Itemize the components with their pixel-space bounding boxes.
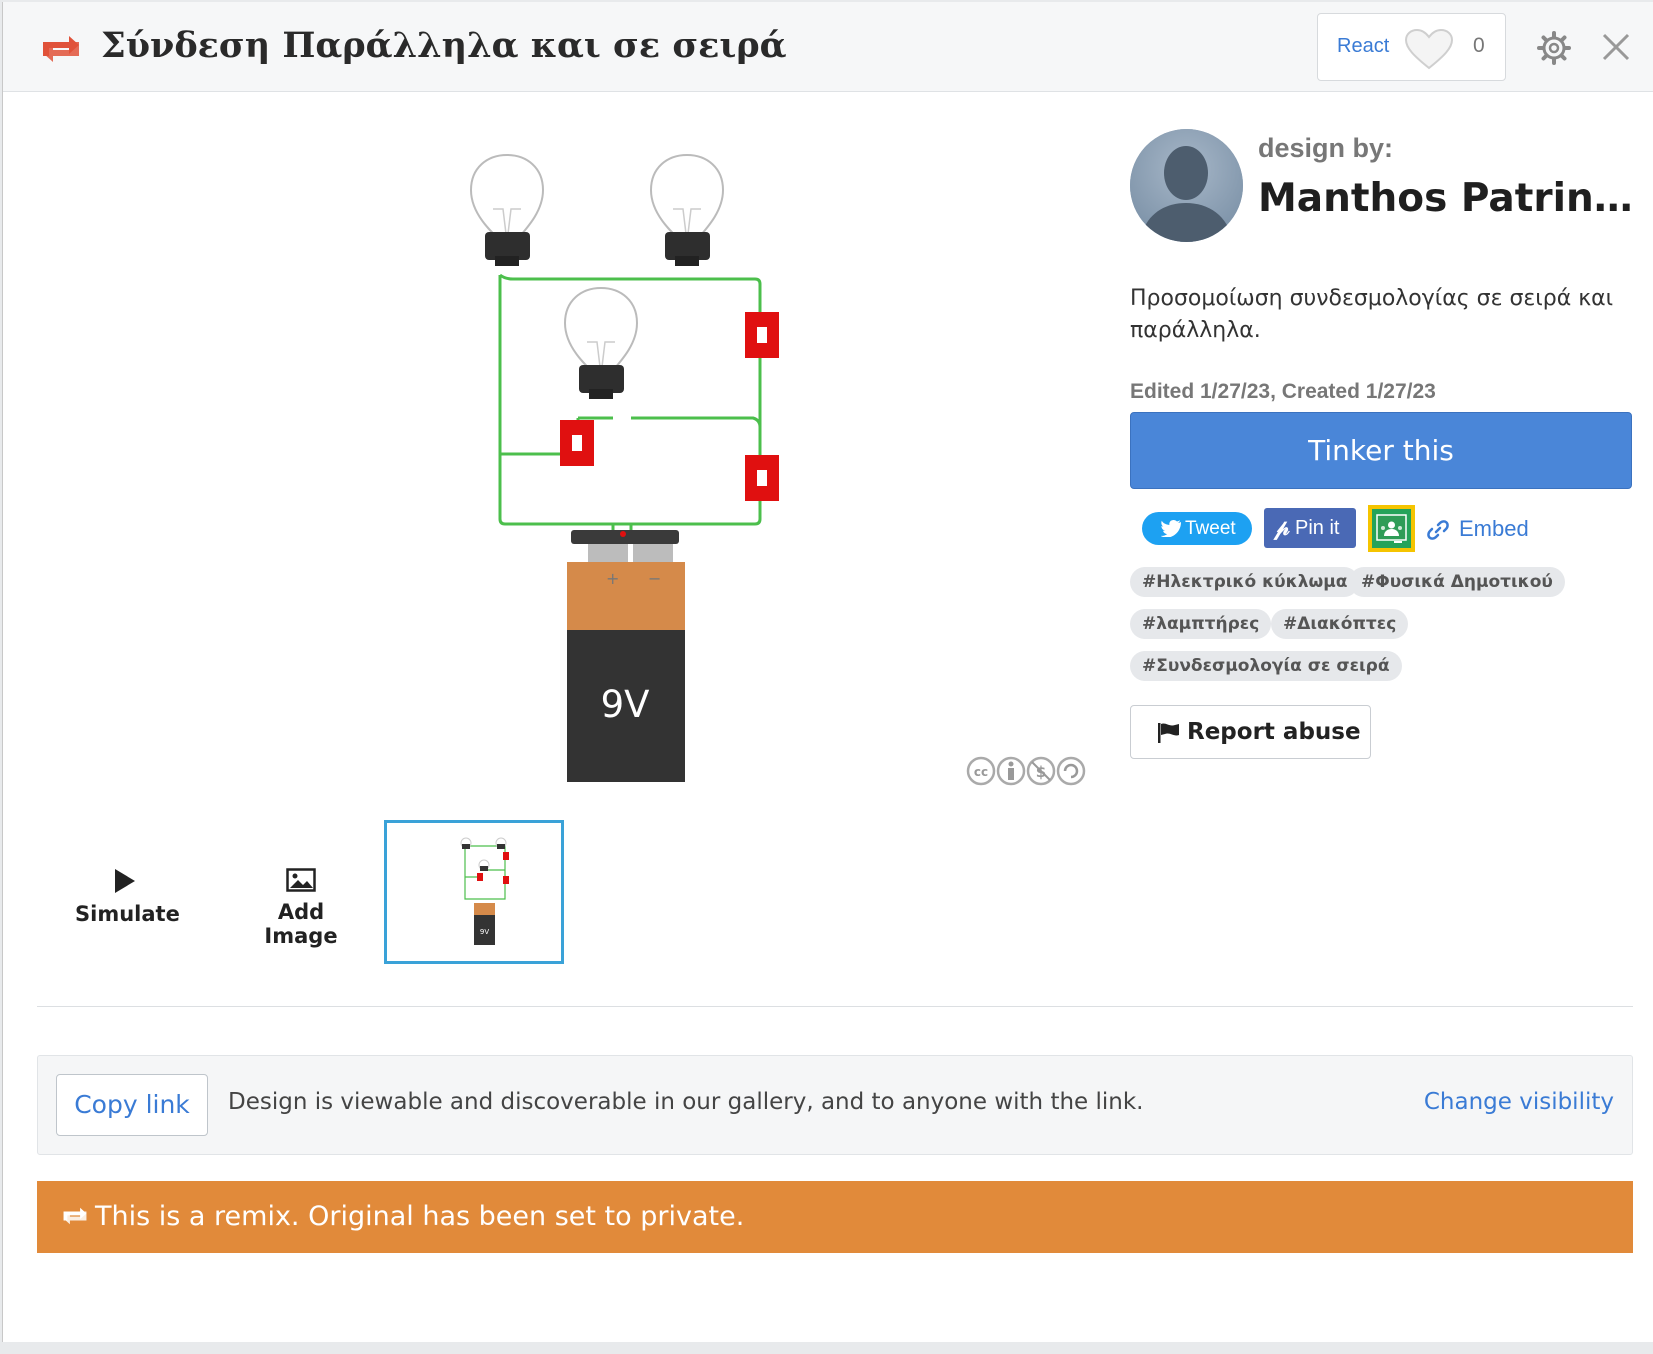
close-icon[interactable] [1600, 31, 1632, 63]
react-label: React [1337, 35, 1390, 57]
tag-chip[interactable]: #Ηλεκτρικό κύκλωμα [1130, 567, 1360, 597]
twitter-bird-icon [1161, 520, 1181, 537]
tag-chip[interactable]: #Φυσικά Δημοτικού [1349, 567, 1565, 597]
add-image-button[interactable]: Add Image [239, 868, 363, 948]
svg-text:−: − [648, 569, 661, 588]
switch-right-top [745, 312, 779, 358]
heart-icon [1404, 28, 1454, 70]
flag-icon [1158, 723, 1179, 743]
battery-9v: + − 9V [567, 530, 685, 782]
visibility-panel: Copy link Design is viewable and discove… [37, 1055, 1633, 1155]
tweet-button[interactable]: Tweet [1142, 512, 1252, 545]
svg-text:9V: 9V [480, 928, 489, 936]
remix-icon [63, 1207, 87, 1225]
simulate-button[interactable]: Simulate [75, 868, 180, 926]
copy-link-button[interactable]: Copy link [56, 1074, 208, 1136]
remix-notice-banner: This is a remix. Original has been set t… [37, 1181, 1633, 1253]
tag-chip[interactable]: #λαμπτήρες [1130, 609, 1272, 639]
design-detail-modal: Σύνδεση Παράλληλα και σε σειρά React 0 +… [2, 2, 1653, 1342]
visibility-description: Design is viewable and discoverable in o… [228, 1089, 1144, 1115]
react-button[interactable]: React 0 [1317, 13, 1506, 81]
change-visibility-link[interactable]: Change visibility [1424, 1089, 1614, 1115]
designer-name[interactable]: Manthos Patrinop... [1258, 176, 1638, 221]
play-icon [115, 869, 135, 893]
creative-commons-icon: cc $ [966, 756, 1086, 786]
tag-chip[interactable]: #Συνδεσμολογία σε σειρά [1130, 651, 1402, 681]
user-silhouette-icon [1130, 129, 1243, 242]
section-divider [37, 1006, 1633, 1007]
pin-it-button[interactable]: 𝓅 Pin it [1264, 508, 1356, 548]
design-by-label: design by: [1258, 133, 1394, 163]
bulb-right [649, 153, 725, 266]
modal-header: Σύνδεση Παράλληλα και σε σειρά React 0 [3, 2, 1653, 92]
svg-text:cc: cc [974, 765, 988, 779]
remix-icon [43, 36, 79, 62]
bulb-middle [563, 286, 639, 399]
google-classroom-button[interactable] [1368, 505, 1415, 552]
edit-dates: Edited 1/27/23, Created 1/27/23 [1130, 380, 1436, 403]
design-title: Σύνδεση Παράλληλα και σε σειρά [101, 25, 787, 66]
design-thumbnail[interactable]: 9V [384, 820, 564, 964]
tinker-this-button[interactable]: Tinker this [1130, 412, 1632, 489]
classroom-icon [1376, 514, 1407, 543]
svg-text:+: + [606, 569, 619, 588]
tag-chip[interactable]: #Διακόπτες [1271, 609, 1409, 639]
battery-label: 9V [601, 683, 650, 726]
image-icon [286, 868, 316, 892]
gear-icon[interactable] [1537, 31, 1571, 65]
pinterest-icon: 𝓅 [1274, 515, 1290, 540]
switch-middle-left [560, 420, 594, 466]
react-count: 0 [1473, 34, 1485, 57]
report-abuse-button[interactable]: Report abuse [1130, 705, 1371, 759]
link-icon [1427, 520, 1449, 540]
design-description: Προσομοίωση συνδεσμολογίας σε σειρά και … [1130, 286, 1614, 343]
switch-right-bottom [745, 455, 779, 501]
embed-link[interactable]: Embed [1427, 516, 1529, 542]
bulb-left [469, 153, 545, 266]
avatar[interactable] [1130, 129, 1243, 242]
circuit-preview: + − 9V [469, 153, 779, 782]
